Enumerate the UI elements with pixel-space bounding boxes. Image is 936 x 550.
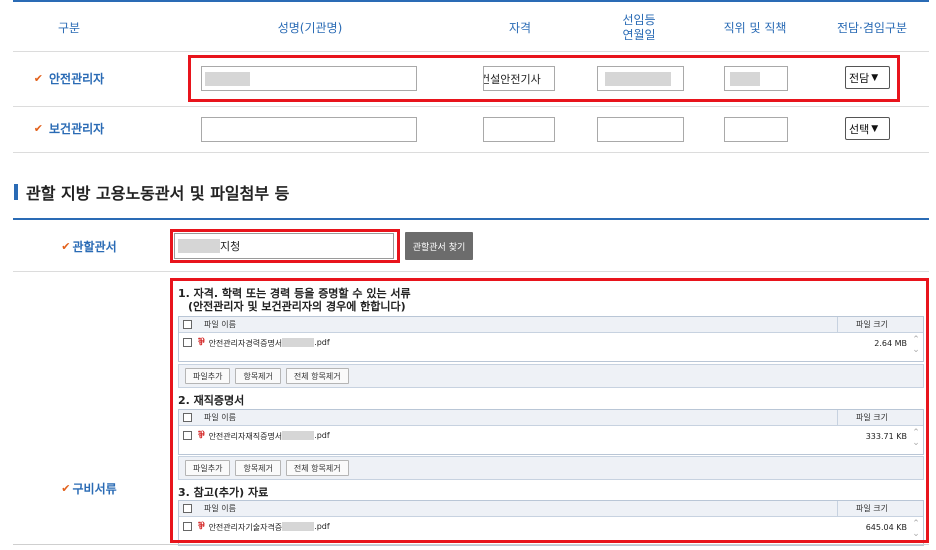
row-label-text: 보건관리자 (49, 121, 105, 136)
header-category: 구분 (57, 20, 81, 35)
divider (13, 152, 929, 153)
documents-label-text: 구비서류 (72, 481, 117, 496)
health-manager-position-input[interactable] (724, 117, 788, 142)
checkmark-icon: ✔ (33, 71, 43, 85)
divider (13, 106, 929, 107)
office-label: ✔ 관할관서 (14, 236, 164, 256)
row-label-text: 안전관리자 (49, 71, 105, 86)
header-qualification: 자격 (508, 20, 532, 35)
select-value: 선택 (849, 122, 870, 136)
header-position: 직위 및 직책 (723, 20, 787, 35)
row-label-safety-manager: ✔ 안전관리자 (14, 68, 124, 88)
header-fulltime-type: 전담·겸임구분 (836, 20, 908, 35)
health-manager-name-input[interactable] (201, 117, 417, 142)
chevron-down-icon: ▼ (871, 123, 879, 134)
header-appointment-date: 선임등 연월일 (622, 13, 656, 42)
table-top-border (13, 0, 929, 2)
section-top-border (13, 218, 929, 220)
find-office-button[interactable]: 관할관서 찾기 (405, 232, 473, 260)
checkmark-icon: ✔ (33, 121, 43, 135)
section-title-text: 관할 지방 고용노동관서 및 파일첨부 등 (26, 184, 290, 203)
highlight-box (188, 55, 900, 102)
row-label-health-manager: ✔ 보건관리자 (14, 118, 124, 138)
checkmark-icon: ✔ (61, 239, 71, 253)
health-manager-qualification-input[interactable] (483, 117, 555, 142)
health-manager-fulltime-select[interactable]: 선택 ▼ (845, 117, 890, 140)
health-manager-date-input[interactable] (597, 117, 684, 142)
checkmark-icon: ✔ (61, 481, 71, 495)
divider (13, 51, 929, 52)
documents-label: ✔ 구비서류 (14, 478, 164, 498)
section-title: 관할 지방 고용노동관서 및 파일첨부 등 (14, 182, 290, 203)
divider (13, 544, 929, 545)
title-bar-icon (14, 184, 18, 200)
office-label-text: 관할관서 (72, 239, 117, 254)
highlight-box (170, 229, 400, 263)
header-name: 성명(기관명) (277, 20, 343, 35)
divider (13, 271, 929, 272)
highlight-box (170, 278, 929, 543)
